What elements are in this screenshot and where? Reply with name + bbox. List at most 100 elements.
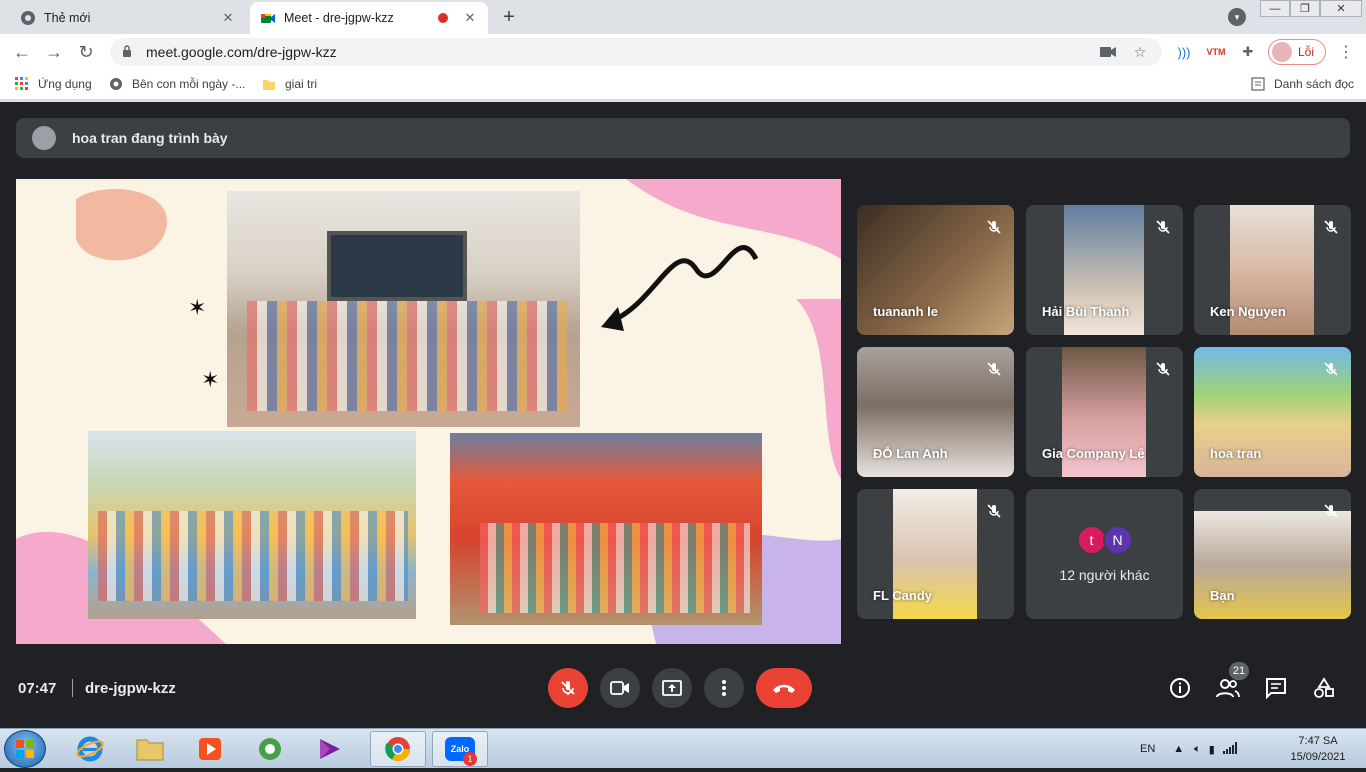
leave-call-button[interactable]	[756, 668, 812, 708]
mic-off-icon	[1151, 215, 1175, 239]
more-options-button[interactable]	[704, 668, 744, 708]
back-icon[interactable]: ←	[10, 40, 34, 64]
bookmark-label: Bên con mỗi ngày -...	[132, 77, 246, 91]
mic-off-icon	[982, 357, 1006, 381]
minimize-icon[interactable]: —	[1260, 0, 1290, 17]
class-photo-2	[88, 431, 416, 619]
participant-name: Hải Bùi Thanh	[1042, 304, 1130, 319]
presenting-banner: hoa tran đang trình bày	[16, 118, 1350, 158]
hang-up-icon	[773, 684, 795, 693]
tab-meet[interactable]: Meet - dre-jgpw-kzz ✕	[250, 2, 488, 34]
camera-icon[interactable]	[1098, 42, 1118, 62]
zalo-taskbar-button[interactable]: Zalo 1	[432, 731, 488, 767]
activities-icon	[1314, 677, 1334, 698]
meeting-code: dre-jgpw-kzz	[85, 680, 176, 697]
clock-time: 7:47 SA	[1298, 735, 1338, 747]
chrome-icon	[20, 10, 36, 26]
chat-button[interactable]	[1264, 676, 1288, 700]
participant-tile[interactable]: Ken Nguyen	[1194, 205, 1351, 335]
media-player-taskbar-button[interactable]	[182, 731, 238, 767]
close-icon[interactable]: ✕	[220, 10, 236, 26]
bookmark-star-icon[interactable]: ☆	[1130, 42, 1150, 62]
explorer-taskbar-button[interactable]	[122, 731, 178, 767]
people-button[interactable]	[1216, 676, 1240, 700]
info-icon	[1170, 678, 1190, 698]
divider	[72, 679, 73, 697]
reading-list[interactable]: Danh sách đọc	[1250, 76, 1354, 92]
language-indicator[interactable]: EN	[1140, 743, 1155, 755]
participant-tile[interactable]: Hải Bùi Thanh	[1026, 205, 1183, 335]
profile-error-label: Lỗi	[1298, 45, 1315, 59]
extensions-puzzle-icon[interactable]: ✚	[1238, 42, 1258, 62]
forward-icon[interactable]: →	[42, 40, 66, 64]
mic-toggle-button[interactable]	[548, 668, 588, 708]
mic-off-icon	[1151, 357, 1175, 381]
reading-list-icon	[1250, 76, 1266, 92]
address-bar[interactable]: meet.google.com/dre-jgpw-kzz ☆	[110, 38, 1162, 66]
system-tray: EN ▲ 🔈︎ ▮	[1140, 729, 1237, 769]
restore-icon[interactable]: ❐	[1290, 0, 1320, 17]
app-taskbar-button[interactable]	[302, 731, 358, 767]
participant-tile[interactable]: FL Candy	[857, 489, 1014, 619]
folder-icon	[261, 76, 277, 92]
show-hidden-icons-icon[interactable]: ▲	[1173, 743, 1184, 755]
tab-search-icon[interactable]: ▾	[1228, 8, 1246, 26]
windows-logo-icon	[16, 740, 34, 758]
tab-new-tab[interactable]: Thẻ mới ✕	[10, 2, 246, 34]
meeting-time: 07:47	[18, 680, 57, 697]
close-icon[interactable]: ✕	[462, 10, 478, 26]
participant-tile[interactable]: Gia Company Lê	[1026, 347, 1183, 477]
avatar: N	[1102, 525, 1133, 555]
ie-taskbar-button[interactable]	[62, 731, 118, 767]
other-participants-tile[interactable]: t N 12 người khác	[1026, 489, 1183, 619]
folder-icon	[136, 739, 164, 761]
mic-off-icon	[1319, 215, 1343, 239]
chat-icon	[1266, 678, 1286, 699]
camera-toggle-button[interactable]	[600, 668, 640, 708]
new-tab-button[interactable]: +	[495, 5, 523, 29]
bookmark-label: giai tri	[285, 77, 318, 91]
meet-icon	[260, 10, 276, 26]
close-window-icon[interactable]: ✕	[1320, 0, 1362, 17]
notification-badge: 1	[463, 752, 477, 766]
wifi-extension-icon[interactable]: )))	[1174, 42, 1194, 62]
tab-strip: Thẻ mới ✕ Meet - dre-jgpw-kzz ✕ + ▾ — ❐ …	[0, 0, 1366, 34]
globe-icon	[108, 76, 124, 92]
shared-screen[interactable]: ✶ ✶	[16, 179, 841, 644]
vtm-extension-icon[interactable]: VTM	[1206, 42, 1226, 62]
menu-icon[interactable]: ⋮	[1336, 42, 1356, 62]
camera-icon	[610, 681, 629, 695]
reload-icon[interactable]: ↻	[74, 40, 98, 64]
bookmark-ben-con[interactable]: Bên con mỗi ngày -...	[108, 76, 245, 92]
present-screen-button[interactable]	[652, 668, 692, 708]
bookmark-apps[interactable]: Ứng dụng	[14, 76, 92, 92]
chrome-taskbar-button[interactable]	[370, 731, 426, 767]
system-clock[interactable]: 7:47 SA 15/09/2021	[1286, 733, 1350, 765]
activities-button[interactable]	[1312, 676, 1336, 700]
self-tile[interactable]: Bạn	[1194, 489, 1351, 619]
volume-icon[interactable]: 🔈︎	[1194, 743, 1201, 756]
browser-toolbar: ← → ↻ meet.google.com/dre-jgpw-kzz ☆ )))…	[0, 34, 1366, 70]
meeting-details-button[interactable]	[1168, 676, 1192, 700]
coccoc-taskbar-button[interactable]	[242, 731, 298, 767]
participant-tile[interactable]: ĐỖ Lan Anh	[857, 347, 1014, 477]
participant-name: hoa tran	[1210, 446, 1262, 461]
participant-name: FL Candy	[873, 588, 932, 603]
participant-tile[interactable]: hoa tran	[1194, 347, 1351, 477]
lock-icon	[122, 44, 136, 60]
participant-tile[interactable]: tuananh le	[857, 205, 1014, 335]
mic-off-icon	[982, 215, 1006, 239]
mic-off-icon	[1319, 357, 1343, 381]
bookmarks-bar: Ứng dụng Bên con mỗi ngày -... giai tri …	[0, 70, 1366, 100]
start-button[interactable]	[4, 730, 46, 768]
purple-app-icon	[320, 739, 340, 759]
bookmark-giai-tri[interactable]: giai tri	[261, 76, 317, 92]
profile-button[interactable]: Lỗi	[1268, 39, 1326, 65]
battery-icon[interactable]: ▮	[1209, 743, 1215, 756]
bookmark-label: Ứng dụng	[38, 77, 92, 91]
participant-name: Bạn	[1210, 588, 1235, 603]
participant-name: Ken Nguyen	[1210, 304, 1286, 319]
meet-app: hoa tran đang trình bày ✶ ✶ tuananh le H…	[0, 102, 1366, 728]
mic-off-icon	[982, 499, 1006, 523]
network-signal-icon[interactable]	[1222, 741, 1237, 757]
